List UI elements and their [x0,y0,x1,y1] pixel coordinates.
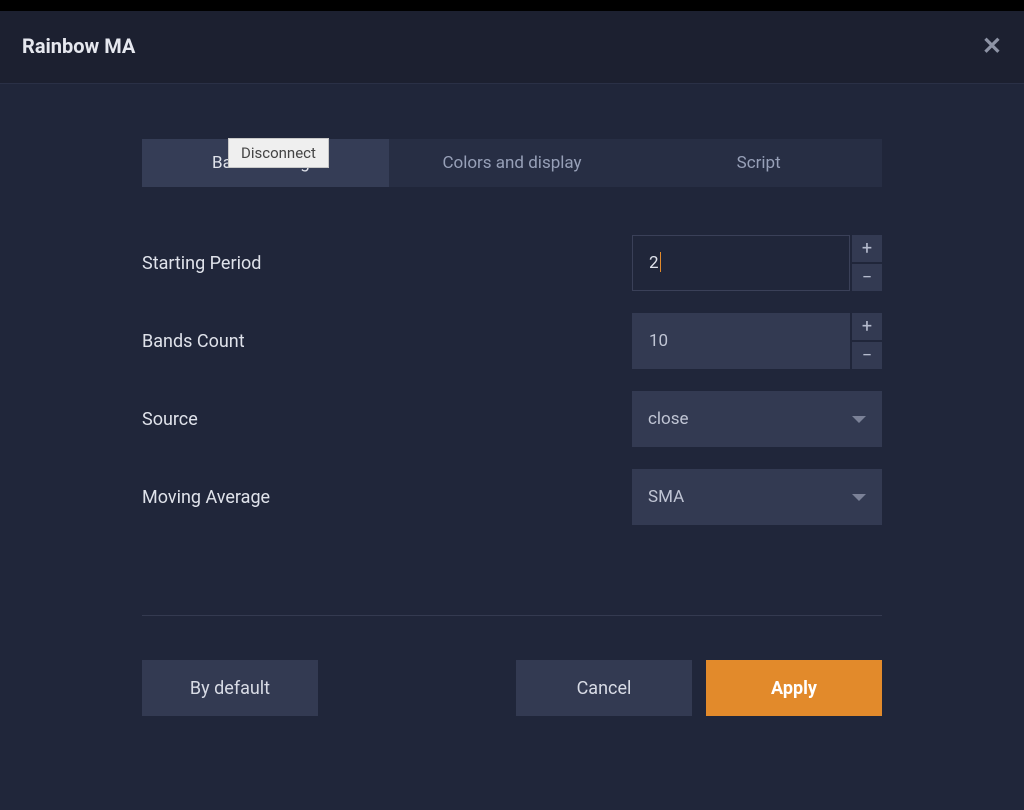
tab-colors-display[interactable]: Colors and display [389,139,636,187]
field-moving-average: Moving Average SMA [142,469,882,525]
minus-icon[interactable]: − [852,342,882,369]
minus-icon[interactable]: − [852,264,882,291]
source-select[interactable]: close [632,391,882,447]
fields: Starting Period 2 + − Bands Count [142,235,882,525]
label-starting-period: Starting Period [142,253,632,274]
field-starting-period: Starting Period 2 + − [142,235,882,291]
bands-count-stepper: + − [852,313,882,369]
plus-icon[interactable]: + [852,313,882,340]
by-default-button[interactable]: By default [142,660,318,716]
plus-icon[interactable]: + [852,235,882,262]
starting-period-stepper: + − [852,235,882,291]
apply-button[interactable]: Apply [706,660,882,716]
starting-period-input[interactable]: 2 [632,235,850,291]
cancel-button[interactable]: Cancel [516,660,692,716]
label-source: Source [142,409,632,430]
field-source: Source close [142,391,882,447]
bands-count-input[interactable]: 10 [632,313,850,369]
label-moving-average: Moving Average [142,487,632,508]
divider [142,615,882,616]
moving-average-select[interactable]: SMA [632,469,882,525]
app-topbar [0,0,1024,11]
dialog-footer: By default Cancel Apply [142,660,882,716]
field-bands-count: Bands Count 10 + − [142,313,882,369]
dialog-header: Rainbow MA ✕ [0,11,1024,83]
moving-average-select-value: SMA [648,487,684,507]
dialog-title: Rainbow MA [22,34,135,58]
tab-script[interactable]: Script [635,139,882,187]
dialog-body: Disconnect Basic settings Colors and dis… [0,83,1024,810]
disconnect-tooltip: Disconnect [228,138,329,168]
settings-dialog: Rainbow MA ✕ Disconnect Basic settings C… [0,11,1024,810]
close-icon[interactable]: ✕ [982,34,1002,58]
source-select-value: close [648,409,689,429]
text-cursor [660,252,661,272]
label-bands-count: Bands Count [142,331,632,352]
chevron-down-icon [852,416,866,423]
chevron-down-icon [852,494,866,501]
